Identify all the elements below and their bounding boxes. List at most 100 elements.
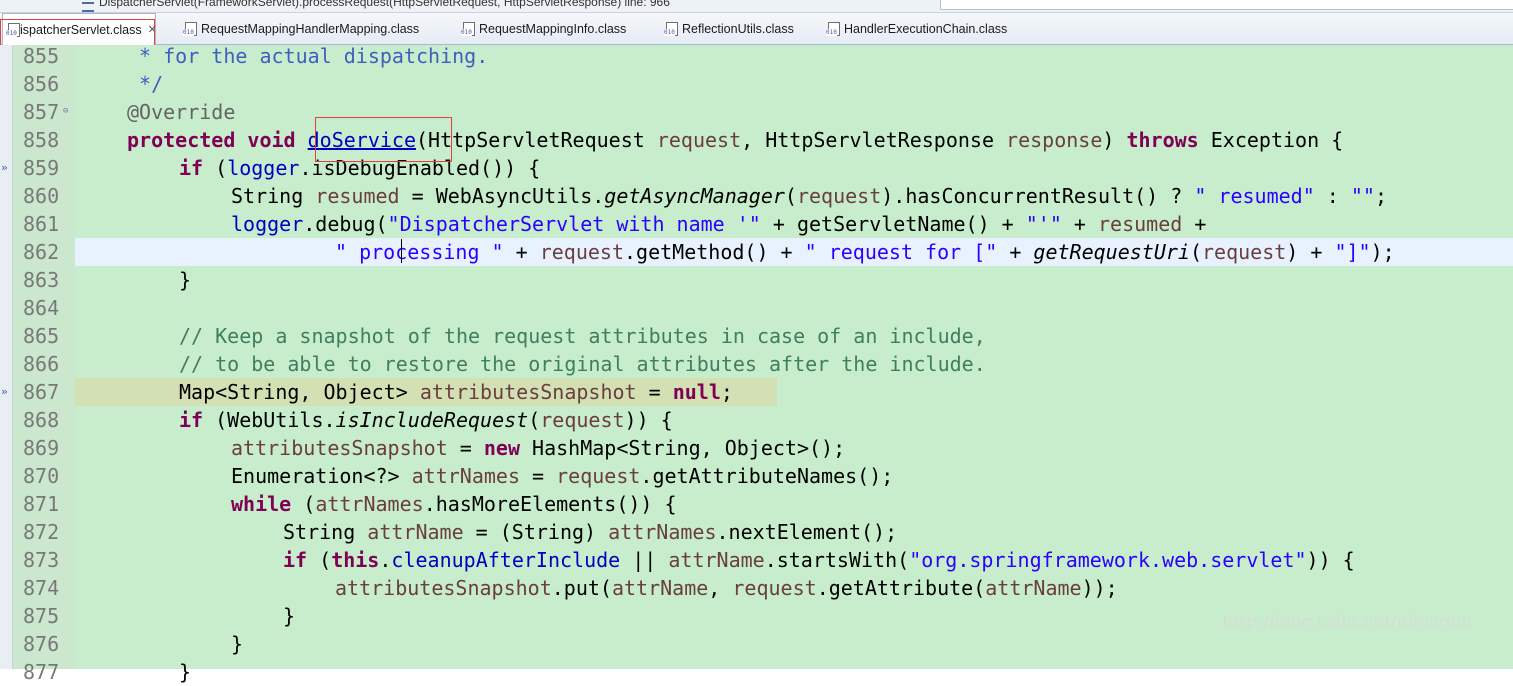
class-file-icon	[461, 21, 475, 36]
tab-requestmappinghandlermapping[interactable]: RequestMappingHandlerMapping.class	[180, 13, 419, 44]
code-token: +	[503, 240, 540, 264]
code-text[interactable]: Enumeration<?> attrNames = request.getAt…	[75, 462, 1513, 490]
code-token: (	[203, 156, 228, 180]
breadcrumb: DispatcherServlet(FrameworkServlet).proc…	[0, 0, 1513, 13]
code-token: (	[291, 492, 316, 516]
code-text[interactable]: String attrName = (String) attrNames.nex…	[75, 518, 1513, 546]
code-text[interactable]: logger.debug("DispatcherServlet with nam…	[75, 210, 1513, 238]
watermark: http://blog.csdn.net/uhgagnu	[1222, 612, 1473, 632]
code-token: void	[247, 128, 296, 152]
code-text[interactable]: * for the actual dispatching.	[75, 42, 1513, 70]
code-text[interactable]: }	[75, 266, 1513, 294]
code-text[interactable]: while (attrNames.hasMoreElements()) {	[75, 490, 1513, 518]
debug-current-line[interactable]: Map<String, Object> attributesSnapshot =…	[75, 378, 777, 406]
code-token: (	[307, 548, 332, 572]
code-token: request	[539, 240, 624, 264]
line-number: 877	[23, 660, 60, 684]
code-token: request	[796, 184, 882, 208]
code-token: .nextElement();	[716, 520, 898, 544]
code-token: (HttpServletRequest	[416, 128, 657, 152]
tab-reflectionutils[interactable]: ReflectionUtils.class	[661, 13, 794, 44]
code-text[interactable]: @Override	[75, 98, 1513, 126]
code-text[interactable]: protected void doService(HttpServletRequ…	[75, 126, 1513, 154]
code-token: request	[1202, 240, 1287, 264]
code-text[interactable]: // Keep a snapshot of the request attrib…	[75, 322, 1513, 350]
code-line: 874 attributesSnapshot.put(attrName, requ…	[0, 574, 1513, 602]
code-token: ).hasConcurrentResult() ?	[881, 184, 1195, 208]
code-token: attributesSnapshot	[335, 576, 552, 600]
line-number: 863	[23, 268, 60, 292]
code-token: request	[556, 464, 641, 488]
code-token: .getMethod() +	[624, 240, 805, 264]
code-line: 857 ⊖ @Override	[0, 98, 1513, 126]
code-token: new	[483, 436, 520, 460]
code-token: " processing "	[335, 240, 504, 264]
code-token: ,	[708, 576, 733, 600]
code-text[interactable]: */	[75, 70, 1513, 98]
code-token: .getAttributeNames();	[640, 464, 894, 488]
code-line: 872 String attrName = (String) attrNames.…	[0, 518, 1513, 546]
code-token: attributesSnapshot	[419, 380, 637, 404]
code-token: getAsyncManager	[604, 184, 785, 208]
code-token: (WebUtils.	[203, 408, 336, 432]
fold-toggle-icon[interactable]: ⊖	[63, 106, 68, 116]
code-line: 876}	[0, 630, 1513, 658]
tab-label: ReflectionUtils.class	[682, 21, 794, 36]
line-number: 873	[23, 548, 60, 572]
cursor-line[interactable]: " processing " + request.getMethod() + "…	[75, 238, 1513, 266]
code-text[interactable]: }	[75, 630, 1513, 658]
breadcrumb-text[interactable]: DispatcherServlet(FrameworkServlet).proc…	[99, 0, 670, 9]
line-number: 864	[23, 296, 60, 320]
code-token: }	[283, 604, 296, 628]
code-token: )	[1102, 128, 1127, 152]
breadcrumb-field	[940, 0, 1513, 10]
code-token: logger	[227, 156, 300, 180]
code-token: "'"	[1025, 212, 1062, 236]
tab-handlerexecutionchain[interactable]: HandlerExecutionChain.class	[823, 13, 1007, 44]
line-number: 862	[23, 240, 60, 264]
code-text[interactable]	[75, 294, 1513, 322]
code-token: +	[1061, 212, 1098, 236]
code-token: @Override	[127, 100, 236, 124]
line-number: 868	[23, 408, 60, 432]
code-token: String	[231, 184, 316, 208]
code-text[interactable]: if (this.cleanupAfterInclude || attrName…	[75, 546, 1513, 574]
menu-icon[interactable]	[82, 2, 94, 12]
line-number: 871	[23, 492, 60, 516]
code-line: 861 logger.debug("DispatcherServlet with …	[0, 210, 1513, 238]
code-text[interactable]: if (logger.isDebugEnabled()) {	[75, 154, 1513, 182]
class-file-icon	[826, 21, 840, 36]
code-text[interactable]: }	[75, 658, 1513, 686]
tab-requestmappinginfo[interactable]: RequestMappingInfo.class	[458, 13, 626, 44]
debug-marker-icon[interactable]: »	[1, 161, 8, 174]
code-text[interactable]: if (WebUtils.isIncludeRequest(request)) …	[75, 406, 1513, 434]
code-token: if	[283, 548, 308, 572]
line-number: 859	[23, 156, 60, 180]
code-token: .put(	[551, 576, 612, 600]
code-token: = (String)	[463, 520, 609, 544]
line-number: 874	[23, 576, 60, 600]
class-file-icon	[664, 21, 678, 36]
line-number: 860	[23, 184, 60, 208]
code-line: 859 » if (logger.isDebugEnabled()) {	[0, 154, 1513, 182]
code-token: attrName	[668, 548, 765, 572]
code-token: request	[540, 408, 625, 432]
code-token: Enumeration<?>	[231, 464, 412, 488]
code-token: ));	[1081, 576, 1118, 600]
code-token: Map<String, Object>	[179, 380, 420, 404]
code-text[interactable]: // to be able to restore the original at…	[75, 350, 1513, 378]
code-token: // Keep a snapshot of the request attrib…	[179, 324, 986, 348]
code-token: (	[1189, 240, 1202, 264]
code-line: 867 » Map<String, Object> attributesSnapsh…	[0, 378, 1513, 406]
debug-marker-icon[interactable]: »	[1, 385, 8, 398]
code-line: 856 */	[0, 70, 1513, 98]
tab-label: RequestMappingHandlerMapping.class	[201, 21, 420, 36]
code-text[interactable]: String resumed = WebAsyncUtils.getAsyncM…	[75, 182, 1513, 210]
code-token: :	[1314, 184, 1351, 208]
line-number: 858	[23, 128, 60, 152]
code-text[interactable]: attributesSnapshot = new HashMap<String,…	[75, 434, 1513, 462]
code-token: attrNames	[608, 520, 717, 544]
code-text[interactable]: attributesSnapshot.put(attrName, request…	[75, 574, 1513, 602]
code-line: 865 // Keep a snapshot of the request att…	[0, 322, 1513, 350]
